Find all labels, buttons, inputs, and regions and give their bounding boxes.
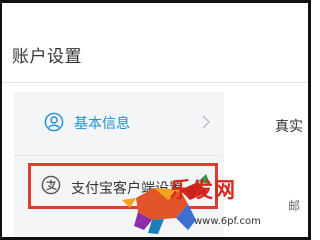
sidebar-item-basic-info[interactable]: 基本信息: [14, 92, 222, 154]
sidebar-divider: [14, 155, 222, 156]
chevron-right-icon: [200, 114, 212, 130]
user-circle-icon: [44, 112, 64, 132]
real-name-label: 真实: [275, 119, 303, 135]
watermark-title: 乐发网: [170, 177, 236, 202]
page-title: 账户设置: [12, 47, 82, 67]
watermark-url: www.6pf.com: [194, 216, 261, 227]
sidebar-item-label: 基本信息: [74, 116, 130, 132]
alipay-icon: [41, 175, 61, 195]
header-divider: [2, 82, 308, 83]
